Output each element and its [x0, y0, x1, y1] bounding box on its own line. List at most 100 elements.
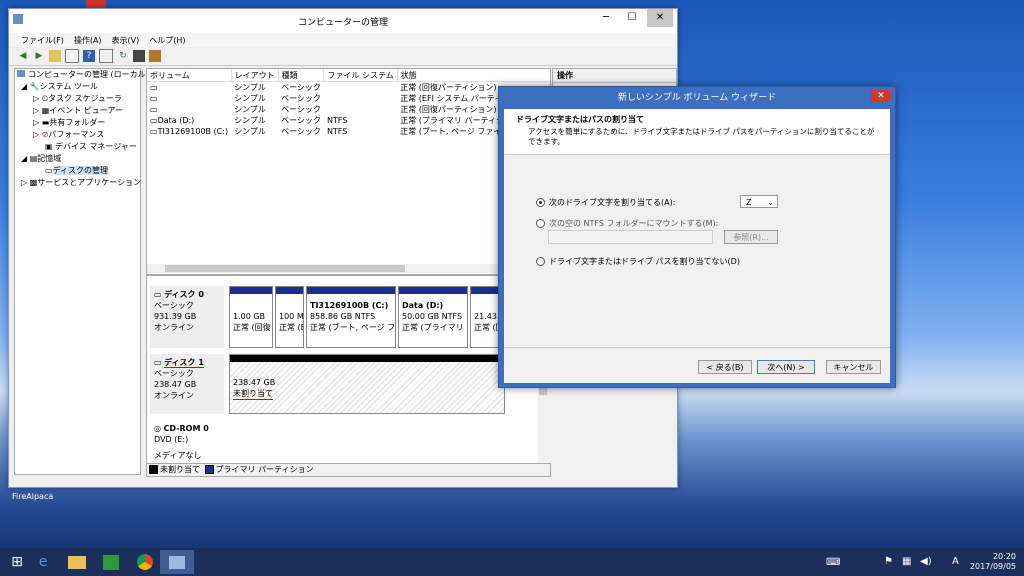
cdrom-row: ◎ CD-ROM 0 DVD (E:) メディアなし: [147, 420, 539, 464]
cancel-button[interactable]: キャンセル: [826, 360, 881, 374]
partition-size: 238.47 GB: [233, 378, 276, 387]
partition-size: 858.86 GB NTFS: [310, 312, 376, 321]
forward-arrow-icon[interactable]: ▶: [33, 50, 45, 62]
disk-name: CD-ROM 0: [163, 424, 209, 433]
tree-item-event-viewer[interactable]: ▷ ▦イベント ビューアー: [15, 105, 140, 117]
tree-item-disk-management[interactable]: ▭ディスクの管理: [15, 165, 140, 177]
col-type[interactable]: 種類: [278, 69, 325, 82]
menu-action[interactable]: 操作(A): [74, 35, 102, 46]
table-row[interactable]: ▭Data (D:) シンプル ベーシック NTFS 正常 (プライマリ パーティション…: [147, 115, 550, 126]
tree-label: 共有フォルダー: [49, 118, 106, 127]
disk1-label[interactable]: ▭ ディスク 1 ベーシック 238.47 GB オンライン: [150, 354, 224, 414]
title-bar: コンピューターの管理 ─ ☐ ✕: [9, 9, 677, 33]
hard-disk-icon: ▭: [154, 358, 162, 367]
flag-icon[interactable]: ⚑: [884, 556, 893, 567]
wizard-close-button[interactable]: ✕: [871, 90, 891, 102]
taskbar-chrome[interactable]: [128, 550, 162, 574]
desktop-icon-top[interactable]: [86, 0, 106, 8]
back-arrow-icon[interactable]: ◀: [17, 50, 29, 62]
taskbar-computer-management[interactable]: [160, 550, 194, 574]
menu-bar: ファイル(F) 操作(A) 表示(V) ヘルプ(H): [9, 33, 677, 47]
col-filesystem[interactable]: ファイル システム: [323, 69, 398, 82]
disk-graphical-view: ▭ ディスク 0 ベーシック 931.39 GB オンライン 1.00 GB 正常…: [146, 275, 540, 465]
settings-icon[interactable]: [149, 50, 161, 62]
radio-label: ドライブ文字またはドライブ パスを割り当てない(D): [549, 257, 740, 266]
tree-item-performance[interactable]: ▷ ⊘パフォーマンス: [15, 129, 140, 141]
tree-item-storage[interactable]: ◢ ▤記憶域: [15, 153, 140, 165]
partition-status: 正常 (プライマリ パ: [402, 323, 468, 332]
col-status[interactable]: 状態: [397, 69, 550, 82]
legend-primary-swatch: [204, 465, 214, 474]
show-hide-tree-icon[interactable]: [65, 49, 79, 63]
cdrom-label[interactable]: ◎ CD-ROM 0 DVD (E:) メディアなし: [150, 420, 224, 464]
back-button[interactable]: < 戻る(B): [698, 360, 752, 374]
taskbar-store[interactable]: [94, 550, 128, 574]
volume-icon: ▭: [150, 83, 158, 92]
keyboard-icon[interactable]: ⌨: [826, 557, 840, 568]
volume-list: ボリューム レイアウト 種類 ファイル システム 状態 ▭ シンプル ベーシック 正常…: [146, 68, 551, 275]
properties-icon[interactable]: [99, 49, 113, 63]
next-button[interactable]: 次へ(N) >: [757, 360, 815, 374]
actions-header: 操作: [553, 69, 676, 83]
clock-date: 2017/09/05: [969, 562, 1016, 571]
taskbar-explorer[interactable]: [60, 550, 94, 574]
partition-unallocated[interactable]: 238.47 GB 未割り当て: [229, 354, 505, 414]
col-layout[interactable]: レイアウト: [231, 69, 279, 82]
tree-label: 記憶域: [37, 154, 62, 163]
cell: TI31269100B (C:): [157, 127, 229, 136]
menu-file[interactable]: ファイル(F): [21, 35, 64, 46]
tree-item-services[interactable]: ▷ ▩サービスとアプリケーション: [15, 177, 141, 189]
drive-letter-select[interactable]: Z ⌄: [740, 195, 778, 208]
tree-label: イベント ビューアー: [49, 106, 124, 115]
horizontal-scrollbar[interactable]: [147, 264, 548, 273]
radio-assign-letter[interactable]: 次のドライブ文字を割り当てる(A):: [536, 197, 675, 208]
chevron-down-icon: ⌄: [767, 198, 774, 207]
partition-efi[interactable]: 100 M 正常 (E: [275, 286, 304, 348]
internet-explorer-icon: e: [38, 554, 48, 570]
clock[interactable]: 20:20 2017/09/05: [970, 552, 1016, 572]
language-indicator[interactable]: A: [952, 556, 959, 567]
tree-item-device-manager[interactable]: ▣ デバイス マネージャー: [15, 141, 140, 153]
help-icon[interactable]: ?: [83, 50, 95, 62]
scroll-thumb[interactable]: [165, 265, 405, 272]
export-icon[interactable]: [133, 50, 145, 62]
maximize-button[interactable]: ☐: [619, 9, 645, 27]
table-row[interactable]: ▭ シンプル ベーシック 正常 (回復パーティション): [147, 104, 550, 115]
volume-icon[interactable]: ◀): [920, 556, 932, 567]
folder-path-input[interactable]: [548, 230, 713, 244]
refresh-icon[interactable]: ↻: [117, 50, 129, 62]
up-folder-icon[interactable]: [49, 50, 61, 62]
tree-item-system-tools[interactable]: ◢ 🔧システム ツール: [15, 81, 140, 93]
partition-c[interactable]: TI31269100B (C:) 858.86 GB NTFS 正常 (ブート, ペ…: [306, 286, 396, 348]
tree-label: コンピューターの管理 (ローカル): [28, 70, 149, 79]
radio-icon: [536, 198, 545, 207]
network-icon[interactable]: ▦: [902, 556, 911, 567]
legend-unallocated-swatch: [149, 465, 158, 474]
table-row[interactable]: ▭ シンプル ベーシック 正常 (回復パーティション): [147, 82, 550, 94]
table-row[interactable]: ▭ シンプル ベーシック 正常 (EFI システム パーティション): [147, 93, 550, 104]
tree-item-task-scheduler[interactable]: ▷ ⏲タスク スケジューラ: [15, 93, 140, 105]
legend: 未割り当て プライマリ パーティション: [146, 463, 551, 477]
taskbar-ie[interactable]: e: [26, 550, 60, 574]
cell: ベーシック: [281, 116, 321, 125]
menu-help[interactable]: ヘルプ(H): [149, 35, 185, 46]
menu-view[interactable]: 表示(V): [112, 35, 140, 46]
radio-no-letter[interactable]: ドライブ文字またはドライブ パスを割り当てない(D): [536, 256, 740, 267]
partition-status: 未割り当て: [233, 389, 273, 400]
tree-item-root[interactable]: コンピューターの管理 (ローカル): [15, 69, 149, 81]
partition-recovery-1[interactable]: 1.00 GB 正常 (回復: [229, 286, 273, 348]
radio-mount-folder[interactable]: 次の空の NTFS フォルダーにマウントする(M):: [536, 218, 718, 229]
disk0-label[interactable]: ▭ ディスク 0 ベーシック 931.39 GB オンライン: [150, 286, 224, 348]
volume-icon: ▭: [150, 116, 158, 125]
table-row[interactable]: ▭TI31269100B (C:) シンプル ベーシック NTFS 正常 (ブート, ペ…: [147, 126, 550, 137]
partition-d[interactable]: Data (D:) 50.00 GB NTFS 正常 (プライマリ パ: [398, 286, 468, 348]
wizard-title: 新しいシンプル ボリューム ウィザード: [617, 93, 777, 103]
toolbar: ◀ ▶ ? ↻: [9, 47, 677, 66]
browse-button[interactable]: 参照(R)...: [724, 230, 778, 244]
col-volume[interactable]: ボリューム: [147, 69, 232, 82]
tree-item-shared-folders[interactable]: ▷ ▬共有フォルダー: [15, 117, 140, 129]
desktop-icon-firealpaca[interactable]: FireAlpaca: [12, 492, 72, 501]
minimize-button[interactable]: ─: [593, 9, 619, 27]
close-button[interactable]: ✕: [647, 9, 673, 27]
partition-status: 正常 (ブート, ページ ファ: [310, 323, 396, 332]
